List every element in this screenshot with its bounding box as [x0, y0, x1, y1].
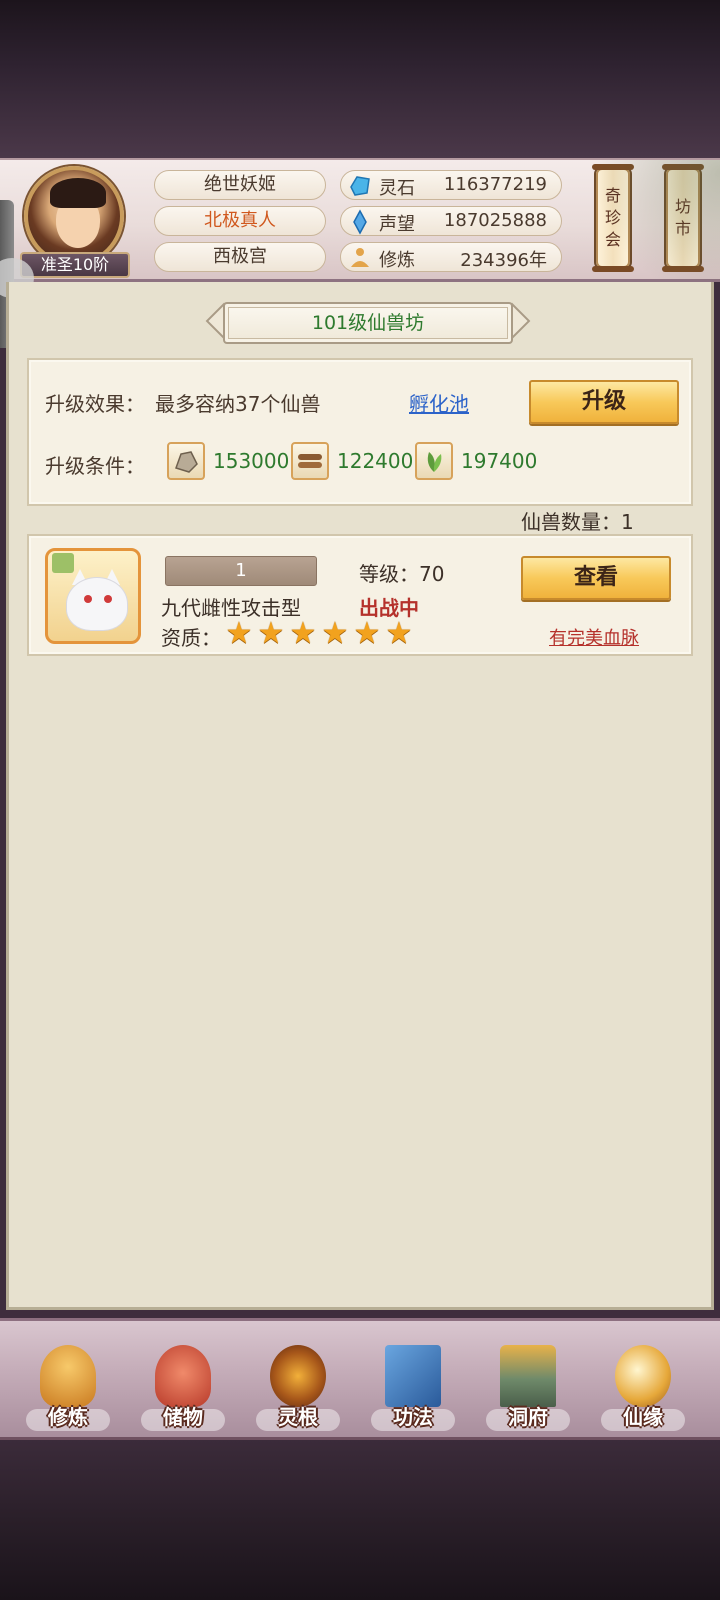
star-icon: ★ — [257, 616, 285, 651]
rank-tag: 准圣10阶 — [20, 252, 130, 278]
lock-icon — [52, 553, 74, 573]
nav-spirit-root[interactable]: 灵根 — [248, 1337, 348, 1437]
avatar-portrait — [24, 166, 124, 266]
star-icon: ★ — [225, 616, 253, 651]
view-button[interactable]: 查看 — [521, 556, 671, 600]
upgrade-button[interactable]: 升级 — [529, 380, 679, 424]
spirit-stone-icon — [350, 176, 370, 196]
condition-label: 升级条件： — [45, 454, 145, 478]
book-icon — [385, 1345, 441, 1407]
title-pill-1: 绝世妖姬 — [154, 170, 326, 200]
stat-reputation: 声望 187025888 — [340, 206, 562, 236]
perfect-bloodline-link[interactable]: 有完美血脉 — [549, 624, 639, 650]
nav-destiny[interactable]: 仙缘 — [593, 1337, 693, 1437]
upgrade-box: 升级效果： 最多容纳37个仙兽 孵化池 升级 升级条件： 153000 1224… — [27, 358, 693, 506]
stat-spirit-stone: 灵石 116377219 — [340, 170, 562, 200]
monk-icon — [40, 1345, 96, 1407]
ore-icon — [167, 442, 205, 480]
effect-value: 最多容纳37个仙兽 — [155, 392, 321, 416]
nav-storage[interactable]: 储物 — [133, 1337, 233, 1437]
panel-title-banner: 101级仙兽坊 — [205, 300, 531, 346]
beast-portrait[interactable] — [45, 548, 141, 644]
nav-cultivate[interactable]: 修炼 — [18, 1337, 118, 1437]
star-icon: ★ — [289, 616, 317, 651]
bottom-nav: 修炼 储物 灵根 功法 洞府 仙缘 — [0, 1318, 720, 1440]
spirit-root-icon — [270, 1345, 326, 1407]
herb-icon — [415, 442, 453, 480]
treasure-fair-button[interactable]: 奇 珍 会 — [592, 164, 634, 272]
nav-techniques[interactable]: 功法 — [363, 1337, 463, 1437]
player-header: 准圣10阶 绝世妖姬 北极真人 西极宫 灵石 116377219 声望 1870… — [0, 158, 720, 282]
nav-cave-abode[interactable]: 洞府 — [478, 1337, 578, 1437]
title-pill-2: 北极真人 — [154, 206, 326, 236]
gourd-icon — [615, 1345, 671, 1407]
panel-title: 101级仙兽坊 — [311, 312, 425, 334]
quality-label: 资质： — [161, 626, 221, 650]
stat-cultivation: 修炼 234396年 — [340, 242, 562, 272]
quality-stars: ★ ★ ★ ★ ★ ★ — [225, 616, 413, 651]
palace-icon — [500, 1345, 556, 1407]
beast-workshop-panel: 101级仙兽坊 升级效果： 最多容纳37个仙兽 孵化池 升级 升级条件： 153… — [6, 282, 714, 1310]
wood-icon — [291, 442, 329, 480]
hatch-pool-link[interactable]: 孵化池 — [409, 388, 469, 417]
star-icon: ★ — [321, 616, 349, 651]
star-icon: ★ — [385, 616, 413, 651]
beast-level: 等级：70 — [359, 562, 445, 586]
avatar[interactable]: 准圣10阶 — [20, 166, 130, 278]
market-button[interactable]: 坊 市 — [662, 164, 704, 272]
bottom-background — [0, 1440, 720, 1600]
top-background — [0, 0, 720, 158]
title-pill-3: 西极宫 — [154, 242, 326, 272]
meditation-icon — [351, 248, 369, 267]
beast-number-bar: 1 — [165, 556, 317, 586]
reputation-crystal-icon — [353, 209, 367, 235]
pouch-icon — [155, 1345, 211, 1407]
beast-count: 仙兽数量：1 — [521, 510, 634, 534]
beast-card: 1 九代雌性攻击型 等级：70 出战中 资质： ★ ★ ★ ★ ★ ★ 查看 有… — [27, 534, 693, 656]
effect-label: 升级效果： — [45, 392, 145, 416]
star-icon: ★ — [353, 616, 381, 651]
